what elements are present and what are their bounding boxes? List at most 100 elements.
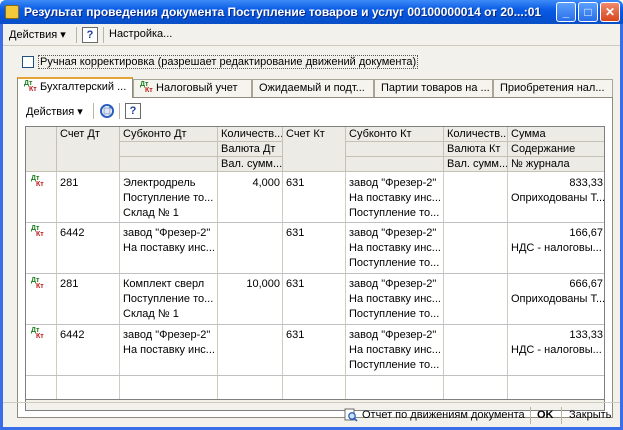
header-subkonto-dt[interactable]: Субконто Дт <box>120 127 218 142</box>
row-divider <box>26 222 604 223</box>
tab-acquisitions[interactable]: Приобретения нал... <box>493 79 613 97</box>
window-title: Результат проведения документа Поступлен… <box>24 5 542 19</box>
dt-kt-icon: Дт Кт <box>24 80 37 93</box>
cell-schet-dt: 6442 <box>60 329 85 341</box>
dt-kt-icon: Дт Кт <box>31 327 44 340</box>
header-valuta-kt[interactable]: Валюта Кт <box>444 142 508 157</box>
cell-summa: 833,33 <box>569 177 603 189</box>
cell-schet-kt: 631 <box>286 278 305 290</box>
ok-button[interactable]: OK <box>537 409 554 421</box>
cell-subkonto-kt: На поставку инс... <box>349 344 441 356</box>
tab-strip: Дт Кт Бухгалтерский ... Дт Кт Налоговый уч… <box>17 77 613 98</box>
cell-kolichestvo-dt: 4,000 <box>252 177 280 189</box>
header-kolichestvo-kt[interactable]: Количеств... <box>444 127 508 142</box>
header-schet-kt[interactable]: Счет Кт <box>283 127 346 172</box>
header-subkonto-dt-3 <box>120 157 218 172</box>
menu-separator <box>103 27 104 43</box>
close-button[interactable]: Закрыть <box>569 409 611 421</box>
window-client-area: Действия ▾ ? Настройка... Ручная коррект… <box>3 24 620 427</box>
header-subkonto-kt-3 <box>346 157 444 172</box>
cell-summa: 666,67 <box>569 278 603 290</box>
cell-summa: 166,67 <box>569 227 603 239</box>
dt-kt-tax-icon: Дт Кт <box>140 81 153 94</box>
menu-separator <box>76 27 77 43</box>
header-schet-dt[interactable]: Счет Дт <box>57 127 120 172</box>
movement-report-button[interactable]: Отчет по движениям документа <box>362 409 525 421</box>
dialog-footer: Отчет по движениям документа OK Закрыть <box>3 402 620 427</box>
cell-schet-kt: 631 <box>286 227 305 239</box>
row-divider <box>26 375 604 376</box>
tab-goods-batches[interactable]: Партии товаров на ... <box>374 79 493 97</box>
header-subkonto-kt[interactable]: Субконто Кт <box>346 127 444 142</box>
cell-schet-dt: 281 <box>60 177 79 189</box>
cell-schet-kt: 631 <box>286 177 305 189</box>
row-divider <box>26 324 604 325</box>
header-val-summa-kt[interactable]: Вал. сумм... <box>444 157 508 172</box>
cell-soderzhanie: Оприходованы Т... <box>511 293 605 305</box>
cell-subkonto-kt: На поставку инс... <box>349 192 441 204</box>
tab-tax[interactable]: Дт Кт Налоговый учет <box>133 79 252 97</box>
maximize-button[interactable]: □ <box>578 2 598 22</box>
entries-table[interactable]: Счет Дт Субконто Дт Количеств... Валюта … <box>25 126 605 411</box>
cell-subkonto-kt: завод "Фрезер-2" <box>349 329 437 341</box>
cell-subkonto-dt: На поставку инс... <box>123 344 215 356</box>
tab-label: Бухгалтерский ... <box>40 81 127 93</box>
header-subkonto-dt-2 <box>120 142 218 157</box>
header-nomer-zhurnala[interactable]: № журнала <box>508 157 604 172</box>
tab-accounting[interactable]: Дт Кт Бухгалтерский ... <box>17 77 133 98</box>
manual-correction-checkbox[interactable] <box>22 56 34 68</box>
cell-subkonto-dt: Электродрель <box>123 177 196 189</box>
row-divider <box>26 273 604 274</box>
cell-subkonto-dt: Поступление то... <box>123 293 214 305</box>
app-icon <box>5 5 19 19</box>
footer-separator <box>561 407 562 424</box>
header-valuta-dt[interactable]: Валюта Дт <box>218 142 283 157</box>
close-window-button[interactable]: ✕ <box>600 2 620 22</box>
cell-subkonto-dt: Поступление то... <box>123 192 214 204</box>
cell-subkonto-dt: Комплект сверл <box>123 278 205 290</box>
cell-soderzhanie: Оприходованы Т... <box>511 192 605 204</box>
tab-panel-accounting: Действия ▾ ? Счет Дт Субконто Дт Количес… <box>17 97 613 418</box>
tab-label: Налоговый учет <box>156 82 238 94</box>
cell-subkonto-kt: завод "Фрезер-2" <box>349 278 437 290</box>
manual-correction-label[interactable]: Ручная корректировка (разрешает редактир… <box>38 55 419 69</box>
header-subkonto-kt-2 <box>346 142 444 157</box>
cell-subkonto-dt: завод "Фрезер-2" <box>123 227 211 239</box>
tab-label: Партии товаров на ... <box>381 82 490 94</box>
footer-separator <box>530 407 531 424</box>
settings-menu[interactable]: Настройка... <box>109 28 172 40</box>
grid-help-button[interactable]: ? <box>125 103 141 119</box>
header-icon-column <box>26 127 57 172</box>
title-bar[interactable]: Результат проведения документа Поступлен… <box>0 0 623 24</box>
header-val-summa-dt[interactable]: Вал. сумм... <box>218 157 283 172</box>
document-result-window: Результат проведения документа Поступлен… <box>0 0 623 430</box>
tab-expected[interactable]: Ожидаемый и подт... <box>252 79 374 97</box>
minimize-button[interactable]: _ <box>556 2 576 22</box>
dt-kt-icon: Дт Кт <box>31 175 44 188</box>
tab-label: Приобретения нал... <box>500 82 605 94</box>
cell-soderzhanie: НДС - налоговы... <box>511 242 602 254</box>
cell-subkonto-kt: завод "Фрезер-2" <box>349 227 437 239</box>
tab-label: Ожидаемый и подт... <box>259 82 365 94</box>
dt-kt-icon: Дт Кт <box>31 225 44 238</box>
cell-subkonto-kt: На поставку инс... <box>349 293 441 305</box>
menu-bar: Действия ▾ ? Настройка... <box>3 24 620 46</box>
cell-summa: 133,33 <box>569 329 603 341</box>
cell-subkonto-kt: На поставку инс... <box>349 242 441 254</box>
cell-subkonto-kt: Поступление то... <box>349 308 440 320</box>
header-summa[interactable]: Сумма <box>508 127 604 142</box>
grid-toolbar: Действия ▾ ? <box>18 98 612 124</box>
cell-kolichestvo-dt: 10,000 <box>246 278 280 290</box>
header-soderzhanie[interactable]: Содержание <box>508 142 604 157</box>
actions-menu[interactable]: Действия ▾ <box>9 28 66 41</box>
grid-actions-menu[interactable]: Действия ▾ <box>26 105 83 118</box>
cell-subkonto-dt: Склад № 1 <box>123 207 179 219</box>
cell-subkonto-dt: На поставку инс... <box>123 242 215 254</box>
cell-subkonto-kt: Поступление то... <box>349 257 440 269</box>
help-button[interactable]: ? <box>82 27 98 43</box>
cell-schet-dt: 281 <box>60 278 79 290</box>
header-kolichestvo-dt[interactable]: Количеств... <box>218 127 283 142</box>
cell-subkonto-kt: Поступление то... <box>349 359 440 371</box>
refresh-icon[interactable] <box>99 103 115 119</box>
cell-subkonto-kt: завод "Фрезер-2" <box>349 177 437 189</box>
